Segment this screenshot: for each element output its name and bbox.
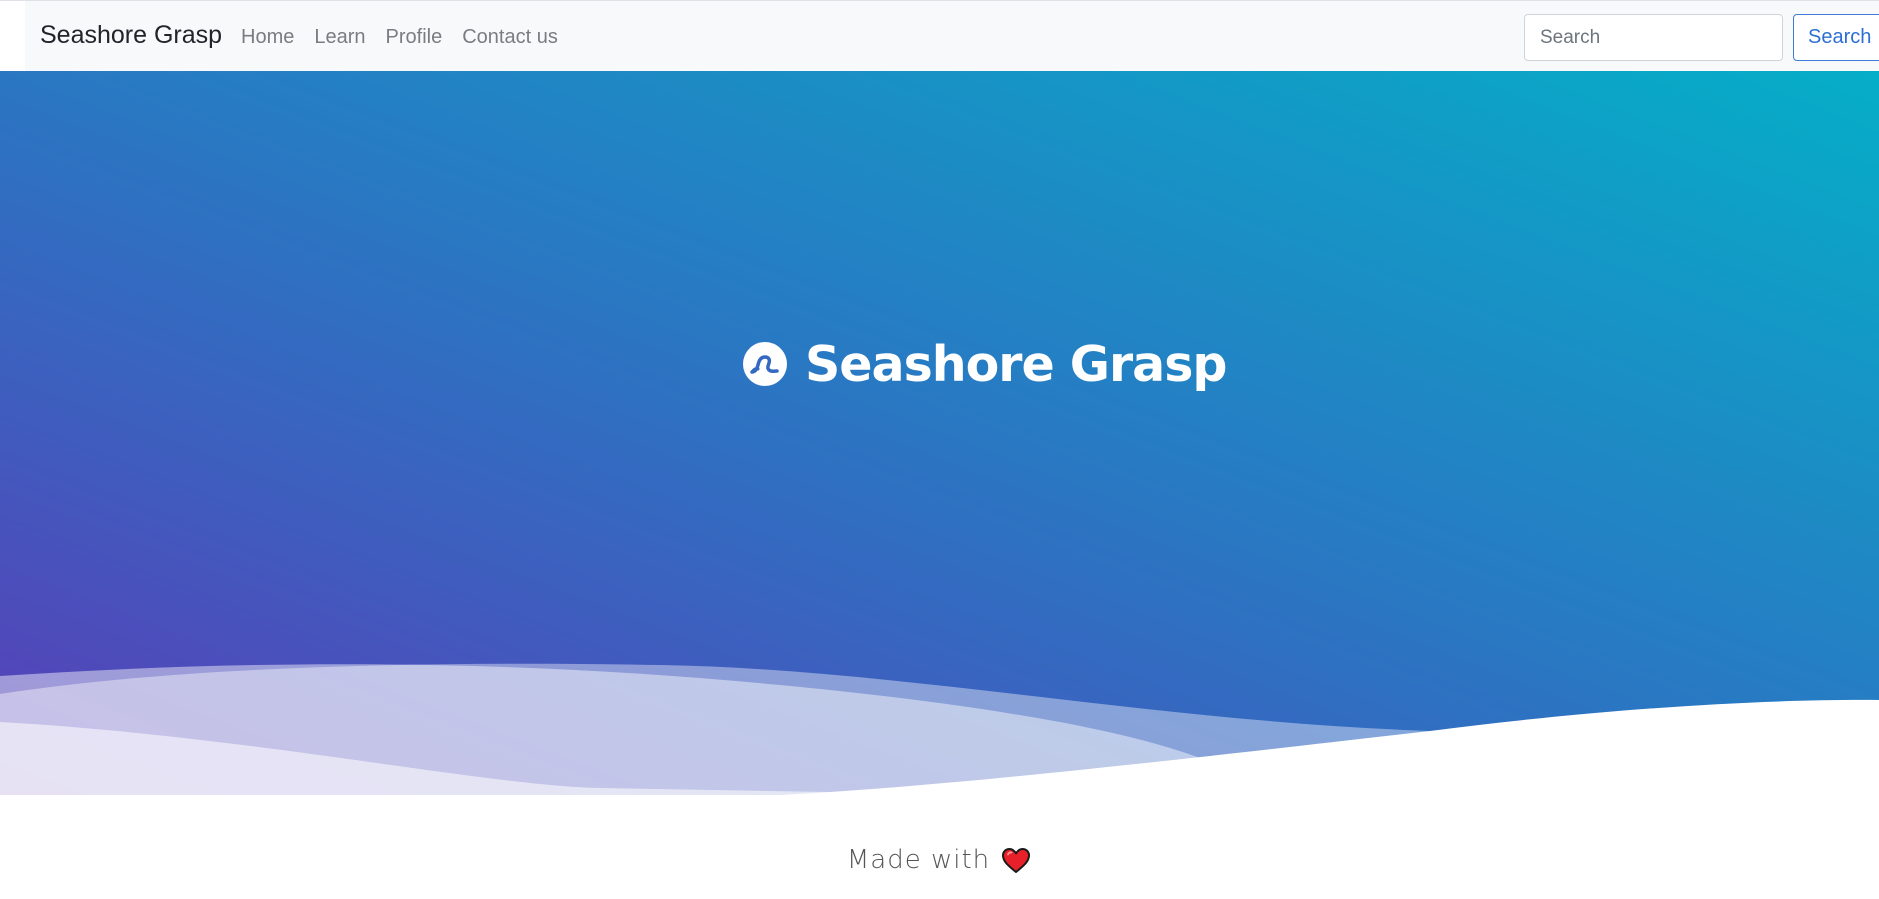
top-navbar: Seashore Grasp Home Learn Profile Contac… <box>0 0 1879 71</box>
search-button[interactable]: Search <box>1793 14 1879 61</box>
footer-credit: Made with <box>847 845 1032 875</box>
nav-link-learn[interactable]: Learn <box>314 25 365 49</box>
hero-section: Seashore Grasp <box>0 71 1879 795</box>
nav-links: Home Learn Profile Contact us <box>241 25 558 49</box>
brand-link[interactable]: Seashore Grasp <box>40 20 222 50</box>
nav-link-profile[interactable]: Profile <box>386 25 443 49</box>
footer-text: Made with <box>846 845 991 875</box>
hero-title-text: Seashore Grasp <box>805 335 1227 393</box>
search-input[interactable] <box>1524 14 1783 61</box>
wave-logo-icon <box>743 342 787 386</box>
nav-link-home[interactable]: Home <box>241 25 294 49</box>
nav-link-contact-us[interactable]: Contact us <box>462 25 558 49</box>
hero-heading: Seashore Grasp <box>743 334 1227 394</box>
footer: Made with <box>0 845 1879 875</box>
hero-gradient-background <box>0 71 1879 795</box>
navbar-left-edge <box>0 1 25 71</box>
heart-icon <box>1002 848 1031 873</box>
